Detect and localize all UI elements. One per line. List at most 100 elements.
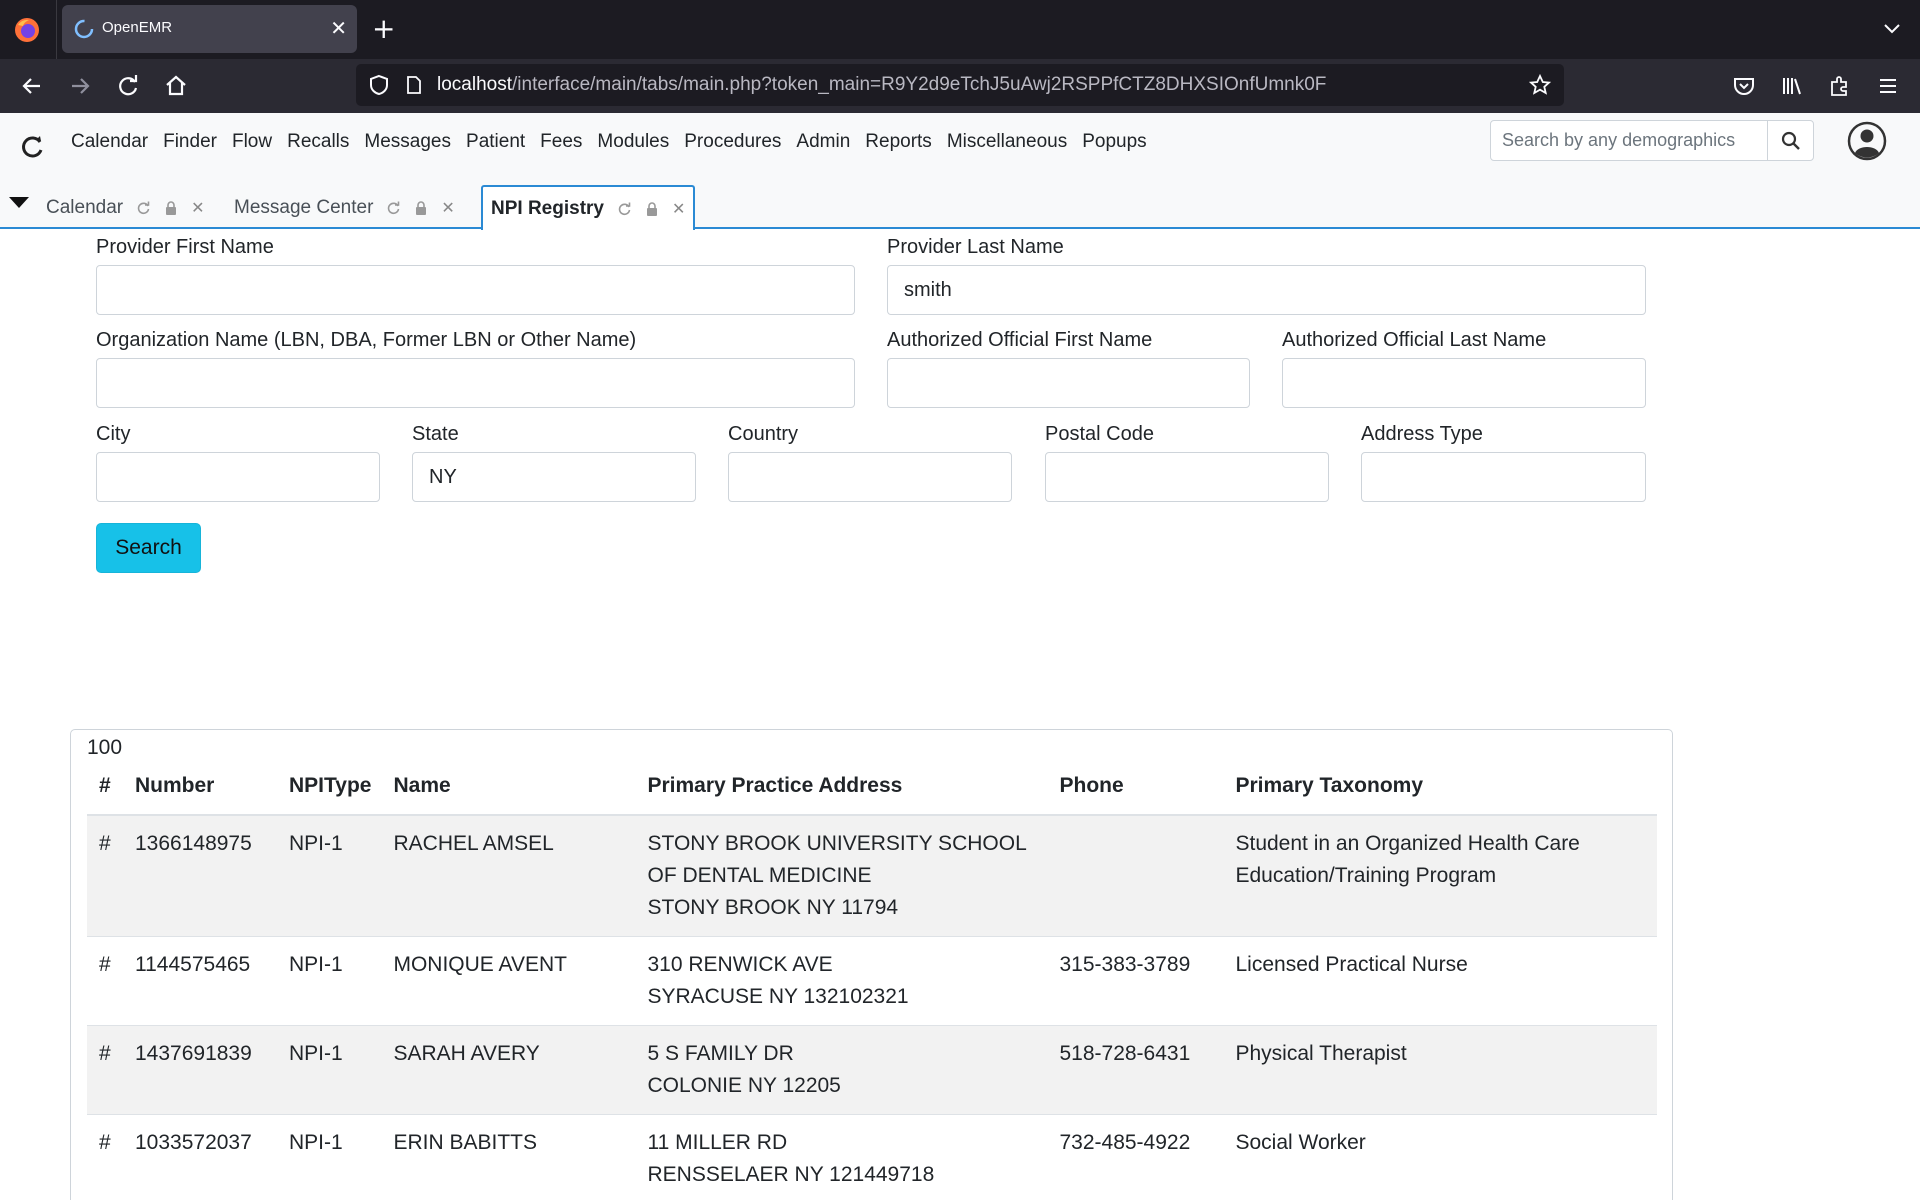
menu-finder[interactable]: Finder bbox=[156, 128, 225, 156]
lock-icon[interactable] bbox=[644, 201, 660, 217]
url-text[interactable]: localhost/interface/main/tabs/main.php?t… bbox=[437, 74, 1326, 96]
result-count: 100 bbox=[87, 736, 123, 759]
library-icon[interactable] bbox=[1779, 73, 1805, 99]
postal-code-input[interactable] bbox=[1045, 452, 1329, 502]
forward-arrow-icon[interactable] bbox=[66, 72, 94, 100]
row-taxonomy: Licensed Practical Nurse bbox=[1223, 936, 1657, 1026]
demographics-search-button[interactable] bbox=[1767, 121, 1813, 160]
col-taxonomy: Primary Taxonomy bbox=[1223, 770, 1657, 816]
menu-miscellaneous[interactable]: Miscellaneous bbox=[939, 128, 1074, 156]
table-row[interactable]: # 1033572037 NPI-1 ERIN BABITTS 11 MILLE… bbox=[87, 1114, 1657, 1200]
menu-popups[interactable]: Popups bbox=[1075, 128, 1154, 156]
table-row[interactable]: # 1437691839 NPI-1 SARAH AVERY 5 S FAMIL… bbox=[87, 1025, 1657, 1115]
auth-official-last-name-input[interactable] bbox=[1282, 358, 1646, 408]
npi-search-button[interactable]: Search bbox=[96, 523, 201, 573]
provider-last-name-input[interactable] bbox=[887, 265, 1646, 315]
menu-reports[interactable]: Reports bbox=[858, 128, 940, 156]
col-number: Number bbox=[123, 770, 277, 816]
row-hash: # bbox=[87, 814, 123, 937]
taxonomy-line: Student in an Organized Health Care bbox=[1235, 832, 1580, 855]
taxonomy-line: Education/Training Program bbox=[1235, 864, 1497, 887]
chevron-down-icon[interactable] bbox=[1880, 16, 1904, 40]
menu-flow[interactable]: Flow bbox=[224, 128, 279, 156]
row-hash: # bbox=[87, 1025, 123, 1115]
refresh-icon[interactable] bbox=[135, 200, 151, 216]
address-line: 11 MILLER RD bbox=[647, 1131, 788, 1154]
postal-code-label: Postal Code bbox=[1045, 423, 1154, 445]
menu-admin[interactable]: Admin bbox=[789, 128, 858, 156]
lock-icon[interactable] bbox=[163, 200, 179, 216]
organization-name-input[interactable] bbox=[96, 358, 855, 408]
menu-patient[interactable]: Patient bbox=[459, 128, 533, 156]
row-hash: # bbox=[87, 1114, 123, 1200]
close-tab-icon[interactable]: ✕ bbox=[441, 198, 454, 218]
row-name: RACHEL AMSEL bbox=[381, 814, 636, 937]
address-type-input[interactable] bbox=[1361, 452, 1646, 502]
table-header-row: # Number NPIType Name Primary Practice A… bbox=[87, 770, 1657, 816]
user-avatar-icon[interactable] bbox=[1847, 121, 1887, 161]
firefox-logo-icon[interactable] bbox=[14, 17, 40, 43]
row-npi-type: NPI-1 bbox=[277, 936, 382, 1026]
row-hash: # bbox=[87, 936, 123, 1026]
country-input[interactable] bbox=[728, 452, 1012, 502]
caret-down-icon[interactable] bbox=[9, 195, 29, 209]
menu-recalls[interactable]: Recalls bbox=[280, 128, 357, 156]
tab-npi-registry-label: NPI Registry bbox=[491, 197, 604, 219]
row-number: 1437691839 bbox=[123, 1025, 277, 1115]
reload-icon[interactable] bbox=[114, 72, 142, 100]
state-input[interactable] bbox=[412, 452, 696, 502]
pocket-icon[interactable] bbox=[1731, 73, 1757, 99]
menu-fees[interactable]: Fees bbox=[533, 128, 590, 156]
close-tab-icon[interactable]: ✕ bbox=[191, 198, 204, 218]
tab-calendar[interactable]: Calendar ✕ bbox=[46, 186, 205, 229]
loading-spinner-icon bbox=[74, 19, 94, 39]
menu-procedures[interactable]: Procedures bbox=[677, 128, 789, 156]
address-line: COLONIE NY 12205 bbox=[647, 1074, 841, 1097]
hamburger-menu-icon[interactable] bbox=[1875, 73, 1901, 99]
url-host: localhost bbox=[437, 74, 512, 95]
city-label: City bbox=[96, 423, 131, 445]
lock-icon[interactable] bbox=[413, 200, 429, 216]
openemr-logo-icon[interactable] bbox=[18, 133, 46, 161]
address-bar[interactable]: localhost/interface/main/tabs/main.php?t… bbox=[356, 64, 1564, 106]
bookmark-star-icon[interactable] bbox=[1528, 73, 1552, 97]
row-address: 11 MILLER RD RENSSELAER NY 121449718 bbox=[635, 1114, 1048, 1200]
browser-nav-bar: localhost/interface/main/tabs/main.php?t… bbox=[0, 59, 1920, 113]
browser-tab-openemr[interactable]: OpenEMR ✕ bbox=[62, 5, 357, 53]
table-row[interactable]: # 1144575465 NPI-1 MONIQUE AVENT 310 REN… bbox=[87, 936, 1657, 1026]
row-phone: 518-728-6431 bbox=[1047, 1025, 1224, 1115]
auth-official-first-name-input[interactable] bbox=[887, 358, 1250, 408]
tab-npi-registry[interactable]: NPI Registry ✕ bbox=[481, 185, 696, 230]
state-label: State bbox=[412, 423, 459, 445]
auth-official-last-name-label: Authorized Official Last Name bbox=[1282, 329, 1547, 351]
table-row[interactable]: # 1366148975 NPI-1 RACHEL AMSEL STONY BR… bbox=[87, 814, 1657, 937]
col-address: Primary Practice Address bbox=[635, 770, 1048, 816]
refresh-icon[interactable] bbox=[385, 200, 401, 216]
tab-message-center[interactable]: Message Center ✕ bbox=[234, 186, 455, 229]
page-info-icon[interactable] bbox=[404, 75, 424, 95]
row-taxonomy: Social Worker bbox=[1223, 1114, 1657, 1200]
address-line: 310 RENWICK AVE bbox=[647, 953, 833, 976]
address-line: STONY BROOK UNIVERSITY SCHOOL bbox=[647, 832, 1027, 855]
home-icon[interactable] bbox=[162, 72, 190, 100]
back-arrow-icon[interactable] bbox=[18, 72, 46, 100]
demographics-search-input[interactable] bbox=[1491, 121, 1769, 160]
address-line: 5 S FAMILY DR bbox=[647, 1042, 794, 1065]
menu-modules[interactable]: Modules bbox=[590, 128, 677, 156]
tracking-shield-icon[interactable] bbox=[368, 74, 390, 96]
row-name: ERIN BABITTS bbox=[381, 1114, 636, 1200]
col-npi-type: NPIType bbox=[277, 770, 382, 816]
provider-first-name-input[interactable] bbox=[96, 265, 855, 315]
col-npi-type-line1: NPI bbox=[289, 774, 325, 797]
menu-calendar[interactable]: Calendar bbox=[71, 128, 156, 156]
emr-tab-strip: Calendar ✕ Message Center ✕ NPI Registry bbox=[0, 181, 1920, 230]
close-tab-icon[interactable]: ✕ bbox=[330, 16, 347, 40]
openemr-header: Calendar Finder Flow Recalls Messages Pa… bbox=[0, 113, 1920, 181]
auth-official-first-name-label: Authorized Official First Name bbox=[887, 329, 1153, 351]
close-tab-icon[interactable]: ✕ bbox=[672, 199, 685, 219]
extensions-icon[interactable] bbox=[1827, 73, 1853, 99]
city-input[interactable] bbox=[96, 452, 380, 502]
menu-messages[interactable]: Messages bbox=[357, 128, 459, 156]
new-tab-icon[interactable]: + bbox=[372, 13, 395, 45]
refresh-icon[interactable] bbox=[616, 201, 632, 217]
